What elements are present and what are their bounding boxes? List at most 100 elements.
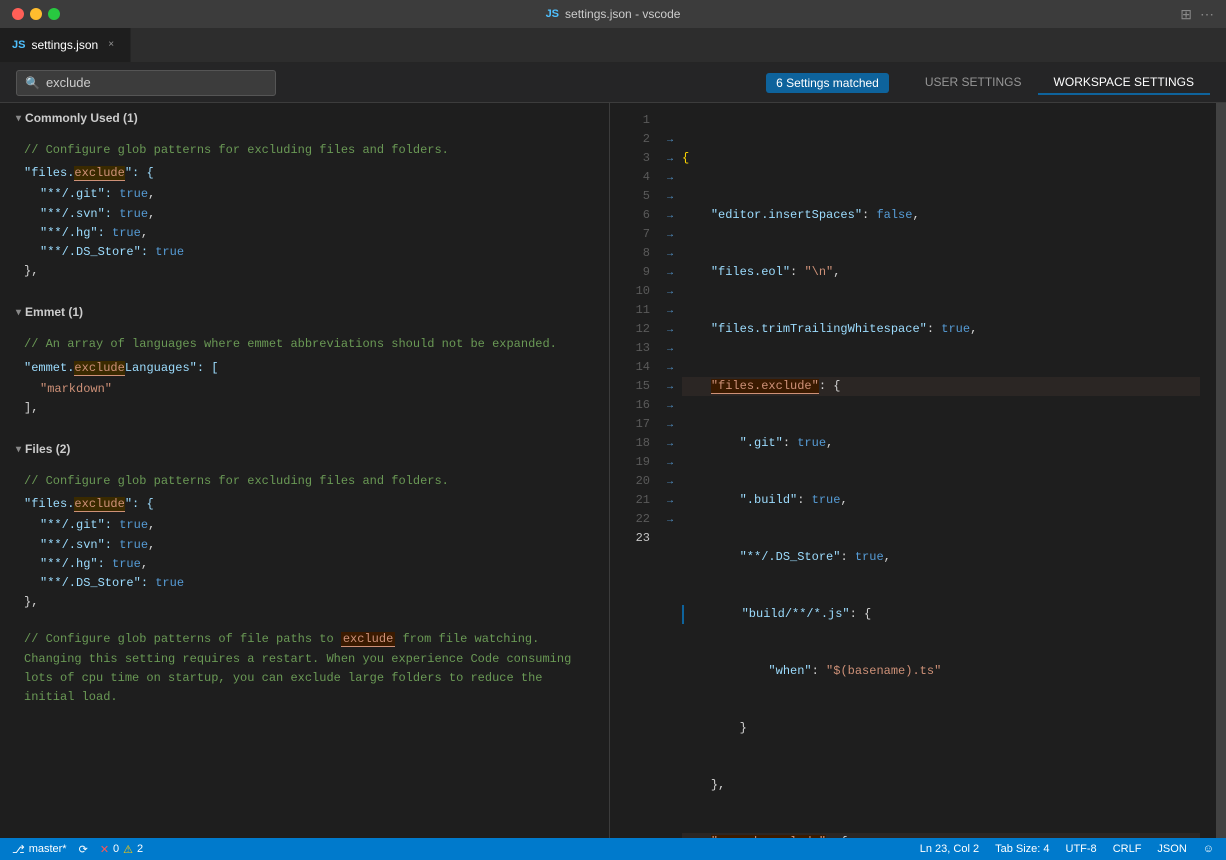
files-dsstore: "**/.DS_Store": true <box>24 574 593 593</box>
git-branch-icon: ⎇ <box>12 843 25 856</box>
sync-button[interactable]: ⟳ <box>79 843 88 856</box>
arrow-gutter: → → → → → → → → → → → → → → → → → → → → <box>658 103 682 838</box>
section-files[interactable]: ▾ Files (2) <box>0 434 609 464</box>
tab-size-label: Tab Size: 4 <box>995 843 1049 855</box>
line-numbers: 1 2 3 4 5 6 7 8 9 10 11 12 13 14 15 16 1… <box>610 103 658 838</box>
smiley-icon: ☺ <box>1203 843 1214 855</box>
eline-8: "**/.DS_Store": true, <box>682 548 1200 567</box>
line-num-23: 23 <box>610 529 650 548</box>
position-label: Ln 23, Col 2 <box>920 843 979 855</box>
files-exclude-key-1: "files.exclude": { <box>24 164 593 183</box>
emmet-comment-line: // An array of languages where emmet abb… <box>24 335 593 354</box>
arrow-9: → <box>658 263 682 282</box>
files-brace-close: }, <box>24 593 593 612</box>
feedback-button[interactable]: ☺ <box>1203 843 1214 855</box>
val-svn: "**/.svn": true, <box>24 205 593 224</box>
git-branch[interactable]: ⎇ master* <box>12 843 67 856</box>
line-num-11: 11 <box>610 301 650 320</box>
line-num-8: 8 <box>610 244 650 263</box>
tab-file-icon: JS <box>12 39 25 51</box>
user-settings-tab[interactable]: USER SETTINGS <box>909 71 1038 95</box>
more-actions-icon[interactable]: ⋯ <box>1200 6 1214 23</box>
arrow-22: → <box>658 510 682 529</box>
val-dsstore: "**/.DS_Store": true <box>24 243 593 262</box>
tab-settings-json[interactable]: JS settings.json × <box>0 27 131 62</box>
arrow-6: → <box>658 206 682 225</box>
section-files-label: Files (2) <box>25 442 70 456</box>
line-num-13: 13 <box>610 339 650 358</box>
settings-searchbar: 🔍 6 Settings matched USER SETTINGS WORKS… <box>0 63 1226 103</box>
eol-indicator[interactable]: CRLF <box>1113 843 1142 855</box>
search-input[interactable] <box>46 75 267 90</box>
line-num-22: 22 <box>610 510 650 529</box>
tab-close-button[interactable]: × <box>104 38 118 52</box>
arrow-11: → <box>658 301 682 320</box>
split-editor-icon[interactable]: ⊞ <box>1180 6 1192 23</box>
titlebar: JS settings.json - vscode ⊞ ⋯ <box>0 0 1226 28</box>
window-controls: ⊞ ⋯ <box>1180 6 1214 23</box>
traffic-lights <box>12 8 60 20</box>
editor-code[interactable]: { "editor.insertSpaces": false, "files.e… <box>682 103 1216 838</box>
tab-size-indicator[interactable]: Tab Size: 4 <box>995 843 1049 855</box>
settings-matched-badge: 6 Settings matched <box>766 73 889 93</box>
encoding-indicator[interactable]: UTF-8 <box>1066 843 1097 855</box>
git-branch-label: master* <box>29 843 67 855</box>
line-num-4: 4 <box>610 168 650 187</box>
arrow-23 <box>658 529 682 548</box>
window-title: JS settings.json - vscode <box>546 7 681 21</box>
eline-12: }, <box>682 776 1200 795</box>
line-num-16: 16 <box>610 396 650 415</box>
arrow-14: → <box>658 358 682 377</box>
workspace-settings-tab[interactable]: WORKSPACE SETTINGS <box>1038 71 1210 95</box>
emmet-markdown-val: "markdown" <box>24 380 593 399</box>
eline-5: "files.exclude": { <box>682 377 1200 396</box>
section-commonly-used[interactable]: ▾ Commonly Used (1) <box>0 103 609 133</box>
eline-7: ".build": true, <box>682 491 1200 510</box>
minimize-button[interactable] <box>30 8 42 20</box>
section-emmet[interactable]: ▾ Emmet (1) <box>0 297 609 327</box>
section-label: Commonly Used (1) <box>25 111 138 125</box>
maximize-button[interactable] <box>48 8 60 20</box>
tab-bar: JS settings.json × <box>0 28 1226 63</box>
position-indicator[interactable]: Ln 23, Col 2 <box>920 843 979 855</box>
closing-brace: }, <box>24 262 593 281</box>
files-hg: "**/.hg": true, <box>24 555 593 574</box>
warning-count: 2 <box>137 843 143 855</box>
line-num-19: 19 <box>610 453 650 472</box>
json-editor-panel: 1 2 3 4 5 6 7 8 9 10 11 12 13 14 15 16 1… <box>610 103 1226 838</box>
arrow-3: → <box>658 149 682 168</box>
eline-3: "files.eol": "\n", <box>682 263 1200 282</box>
line-num-9: 9 <box>610 263 650 282</box>
line-num-10: 10 <box>610 282 650 301</box>
arrow-2: → <box>658 130 682 149</box>
language-indicator[interactable]: JSON <box>1157 843 1186 855</box>
arrow-8: → <box>658 244 682 263</box>
arrow-4: → <box>658 168 682 187</box>
line-num-6: 6 <box>610 206 650 225</box>
line-num-18: 18 <box>610 434 650 453</box>
arrow-7: → <box>658 225 682 244</box>
status-left: ⎇ master* ⟳ ✕ 0 ⚠ 2 <box>12 843 143 856</box>
search-box[interactable]: 🔍 <box>16 70 276 96</box>
emmet-bracket-close: ], <box>24 399 593 418</box>
eline-2: "editor.insertSpaces": false, <box>682 206 1200 225</box>
eol-label: CRLF <box>1113 843 1142 855</box>
editor-content: 1 2 3 4 5 6 7 8 9 10 11 12 13 14 15 16 1… <box>610 103 1226 838</box>
line-num-5: 5 <box>610 187 650 206</box>
line-num-15: 15 <box>610 377 650 396</box>
minimap-scrollbar[interactable] <box>1216 103 1226 838</box>
arrow-5: → <box>658 187 682 206</box>
code-block-emmet: // An array of languages where emmet abb… <box>24 335 593 418</box>
title-icon: JS <box>546 8 559 20</box>
search-icon: 🔍 <box>25 76 40 90</box>
val-git: "**/.git": true, <box>24 185 593 204</box>
errors-button[interactable]: ✕ 0 ⚠ 2 <box>100 843 143 856</box>
settings-tabs: USER SETTINGS WORKSPACE SETTINGS <box>909 71 1210 95</box>
eline-4: "files.trimTrailingWhitespace": true, <box>682 320 1200 339</box>
language-label: JSON <box>1157 843 1186 855</box>
close-button[interactable] <box>12 8 24 20</box>
main-content: ▾ Commonly Used (1) // Configure glob pa… <box>0 103 1226 838</box>
eline-9: "build/**/*.js": { <box>682 605 1200 624</box>
line-num-2: 2 <box>610 130 650 149</box>
scrollbar-thumb <box>1216 103 1226 838</box>
